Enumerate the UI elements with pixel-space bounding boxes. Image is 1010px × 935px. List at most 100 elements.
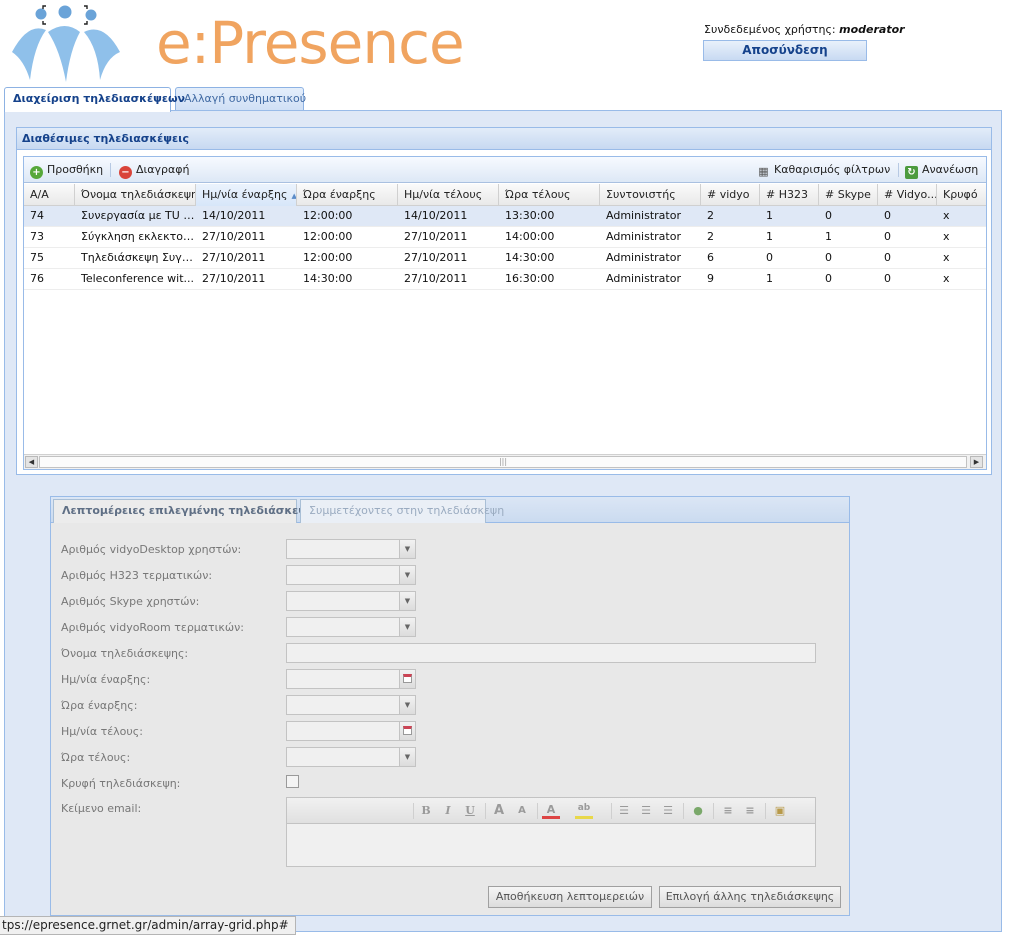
column-header[interactable]: Ώρα τέλους [499, 184, 600, 206]
tab-manage-conferences[interactable]: Διαχείριση τηλεδιασκέψεων [4, 87, 185, 112]
table-cell: 1 [825, 230, 832, 243]
end-date-picker[interactable] [286, 721, 416, 741]
table-cell: 14/10/2011 [404, 209, 468, 222]
bold-icon[interactable]: B [417, 802, 435, 820]
align-right-icon[interactable]: ☰ [659, 802, 677, 820]
table-cell: 0 [884, 272, 891, 285]
hidden-conference-checkbox[interactable] [286, 775, 299, 788]
chevron-down-icon[interactable]: ▼ [399, 618, 415, 636]
vidyo-desktop-label: Αριθμός vidyoDesktop χρηστών: [61, 543, 242, 556]
table-row[interactable]: 75 Τηλεδιάσκεψη Συγκ... 27/10/2011 12:00:00… [24, 248, 986, 269]
delete-button[interactable]: − Διαγραφή [119, 162, 189, 179]
table-cell: x [943, 251, 950, 264]
tab-change-password[interactable]: Αλλαγή συνθηματικού [175, 87, 306, 111]
chevron-down-icon[interactable]: ▼ [399, 592, 415, 610]
table-cell: 0 [884, 230, 891, 243]
table-row[interactable]: 76 Teleconference wit... 27/10/2011 14:30:0… [24, 269, 986, 290]
italic-icon[interactable]: I [439, 802, 457, 820]
conference-name-input[interactable] [286, 643, 816, 663]
start-time-combo[interactable]: ▼ [286, 695, 416, 715]
vidyo-room-combo[interactable]: ▼ [286, 617, 416, 637]
font-color-icon[interactable]: A [542, 802, 560, 819]
table-cell: 0 [884, 209, 891, 222]
ordered-list-icon[interactable]: ≡ [719, 802, 737, 820]
table-row[interactable]: 73 Σύγκληση εκλεκτορι... 27/10/2011 12:00:0… [24, 227, 986, 248]
column-header[interactable]: Ημ/νία τέλους [398, 184, 499, 206]
table-cell: 75 [30, 251, 44, 264]
table-cell: Teleconference wit... [81, 272, 195, 285]
table-cell: Τηλεδιάσκεψη Συγκ... [81, 251, 196, 264]
chevron-down-icon[interactable]: ▼ [399, 540, 415, 558]
column-header[interactable]: Ημ/νία έναρξης ▲ [196, 184, 297, 206]
table-cell: 14:30:00 [505, 251, 555, 264]
increase-font-icon[interactable]: A [490, 802, 508, 820]
conferences-grid: + Προσθήκη − Διαγραφή ▦ Καθαρισμός φίλτρων … [23, 156, 987, 470]
align-center-icon[interactable]: ☰ [637, 802, 655, 820]
chevron-down-icon[interactable]: ▼ [399, 566, 415, 584]
link-icon[interactable]: ● [689, 802, 707, 820]
save-details-button[interactable]: Αποθήκευση λεπτομερειών [488, 886, 652, 908]
source-edit-icon[interactable]: ▣ [771, 802, 789, 820]
table-cell: 0 [766, 251, 773, 264]
table-row[interactable]: 74 Συνεργασία με TU B... 14/10/2011 12:00:0… [24, 206, 986, 227]
column-header[interactable]: Συντονιστής [600, 184, 701, 206]
status-bar-url: tps://epresence.grnet.gr/admin/array-gri… [0, 916, 296, 935]
scroll-left-icon[interactable]: ◀ [25, 456, 38, 468]
username: moderator [839, 23, 905, 36]
table-cell: 27/10/2011 [404, 272, 468, 285]
align-left-icon[interactable]: ☰ [615, 802, 633, 820]
scroll-thumb[interactable]: ||| [39, 456, 967, 468]
table-cell: 0 [825, 251, 832, 264]
h323-label: Αριθμός H323 τερματικών: [61, 569, 213, 582]
details-panel: Λεπτομέρειες επιλεγμένης τηλεδιάσκεψης Σ… [50, 496, 850, 916]
column-header[interactable]: Ώρα έναρξης [297, 184, 398, 206]
vidyo-desktop-combo[interactable]: ▼ [286, 539, 416, 559]
table-cell: Administrator [606, 272, 681, 285]
start-date-label: Ημ/νία έναρξης: [61, 673, 151, 686]
column-header[interactable]: Όνομα τηλεδιάσκεψης [75, 184, 196, 206]
table-cell: 12:00:00 [303, 230, 353, 243]
column-header[interactable]: # Vidyo... [878, 184, 937, 206]
column-header[interactable]: # Skype [819, 184, 878, 206]
table-cell: x [943, 272, 950, 285]
chevron-down-icon[interactable]: ▼ [399, 696, 415, 714]
logout-button[interactable]: Αποσύνδεση [703, 40, 867, 61]
unordered-list-icon[interactable]: ≡ [741, 802, 759, 820]
table-cell: 27/10/2011 [404, 251, 468, 264]
refresh-button[interactable]: ↻ Ανανέωση [905, 162, 978, 179]
clear-filters-button[interactable]: ▦ Καθαρισμός φίλτρων [757, 162, 890, 178]
select-other-conference-button[interactable]: Επιλογή άλλης τηλεδιάσκεψης [659, 886, 841, 908]
end-time-label: Ώρα τέλους: [61, 751, 131, 764]
column-header[interactable]: Κρυφό [937, 184, 986, 206]
end-date-label: Ημ/νία τέλους: [61, 725, 143, 738]
editor-toolbar: B I U A A A ab ☰ ☰ ☰ ● ≡ ≡ ▣ [287, 798, 815, 824]
table-cell: Administrator [606, 209, 681, 222]
start-date-picker[interactable] [286, 669, 416, 689]
table-cell: 27/10/2011 [202, 251, 266, 264]
end-time-combo[interactable]: ▼ [286, 747, 416, 767]
table-cell: 6 [707, 251, 714, 264]
column-header[interactable]: # H323 [760, 184, 819, 206]
add-button[interactable]: + Προσθήκη [30, 162, 103, 179]
horizontal-scrollbar[interactable]: ◀ ||| ▶ [24, 454, 986, 469]
calendar-icon[interactable] [399, 670, 415, 688]
decrease-font-icon[interactable]: A [513, 802, 531, 820]
column-header[interactable]: Α/Α [24, 184, 75, 206]
tab-conference-details[interactable]: Λεπτομέρειες επιλεγμένης τηλεδιάσκεψης [53, 499, 321, 523]
table-cell: 14:30:00 [303, 272, 353, 285]
underline-icon[interactable]: U [461, 802, 479, 820]
skype-label: Αριθμός Skype χρηστών: [61, 595, 200, 608]
chevron-down-icon[interactable]: ▼ [399, 748, 415, 766]
column-header[interactable]: # vidyo [701, 184, 760, 206]
h323-combo[interactable]: ▼ [286, 565, 416, 585]
table-cell: Συνεργασία με TU B... [81, 209, 196, 222]
table-cell: Administrator [606, 230, 681, 243]
calendar-icon[interactable] [399, 722, 415, 740]
table-cell: x [943, 209, 950, 222]
skype-combo[interactable]: ▼ [286, 591, 416, 611]
scroll-right-icon[interactable]: ▶ [970, 456, 983, 468]
tab-participants[interactable]: Συμμετέχοντες στην τηλεδιάσκεψη [300, 499, 504, 523]
highlight-icon[interactable]: ab [575, 802, 593, 819]
email-text-editor[interactable]: B I U A A A ab ☰ ☰ ☰ ● ≡ ≡ ▣ [286, 797, 816, 867]
logged-in-label: Συνδεδεμένος χρήστης: [704, 23, 836, 36]
